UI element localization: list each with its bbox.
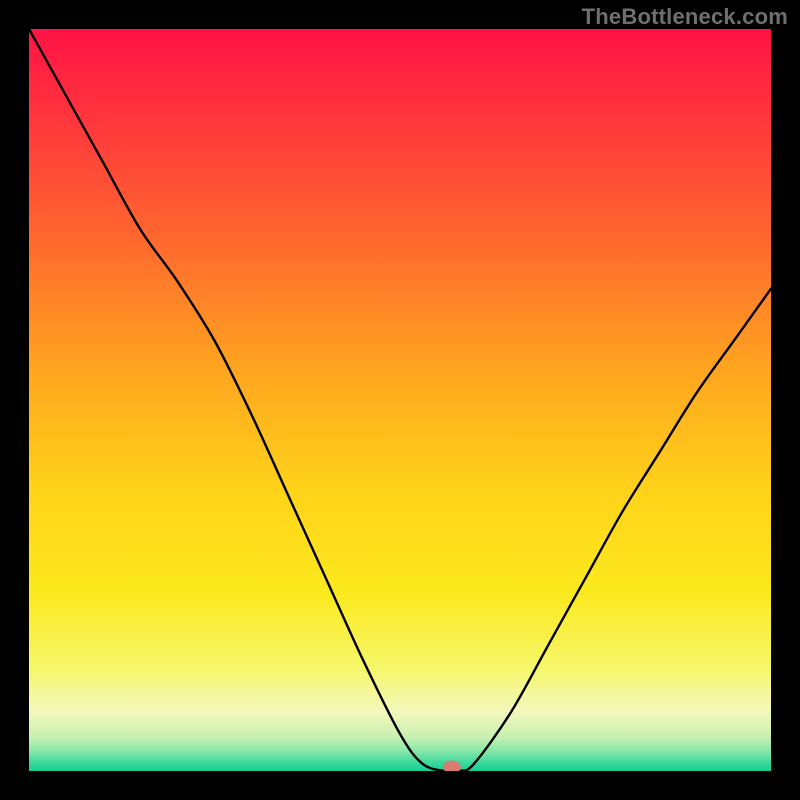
watermark-text: TheBottleneck.com bbox=[582, 4, 788, 30]
bottleneck-chart bbox=[29, 29, 771, 771]
chart-svg bbox=[29, 29, 771, 771]
heatmap-background bbox=[29, 29, 771, 771]
chart-frame: TheBottleneck.com bbox=[0, 0, 800, 800]
